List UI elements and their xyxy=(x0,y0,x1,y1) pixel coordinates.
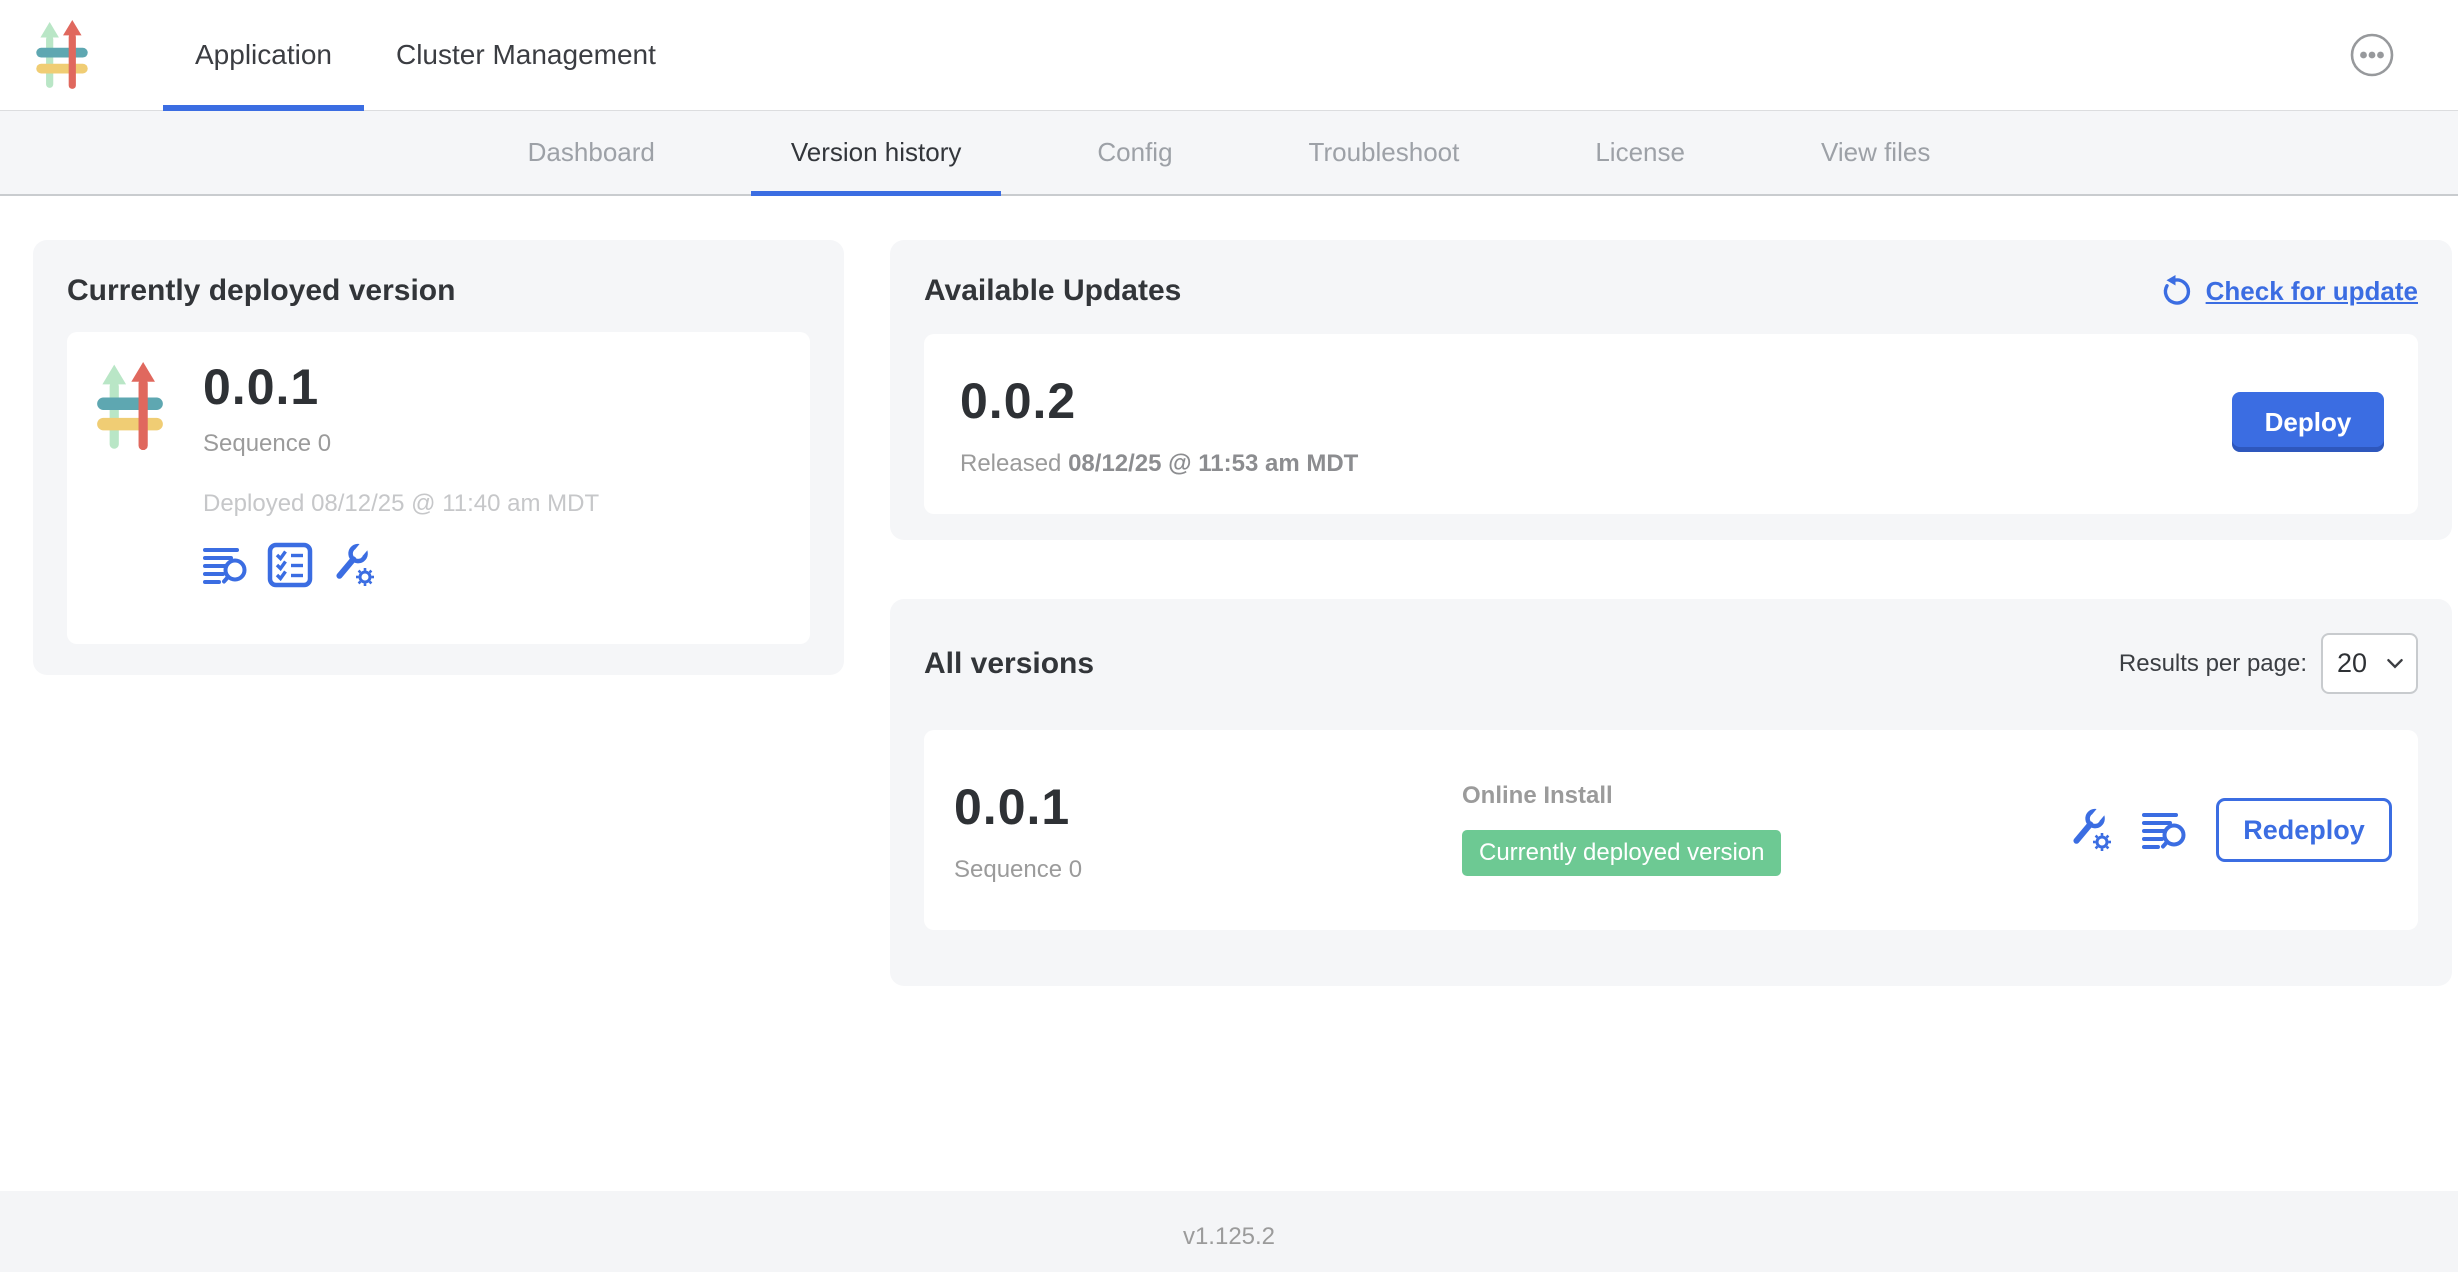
subtab-version-history-label: Version history xyxy=(791,137,962,168)
subtab-view-files[interactable]: View files xyxy=(1781,111,1970,194)
row-version-number: 0.0.1 xyxy=(954,778,1082,836)
update-released-line: Released 08/12/25 @ 11:53 am MDT xyxy=(960,450,1358,478)
header-tabs: Application Cluster Management xyxy=(163,0,688,110)
released-timestamp: 08/12/25 @ 11:53 am MDT xyxy=(1068,450,1358,477)
deployed-version-card: 0.0.1 Sequence 0 Deployed 08/12/25 @ 11:… xyxy=(67,332,810,644)
install-type-label: Online Install xyxy=(1462,782,1781,810)
check-for-update-label: Check for update xyxy=(2206,276,2418,307)
config-icon[interactable] xyxy=(2068,807,2114,853)
subtab-troubleshoot[interactable]: Troubleshoot xyxy=(1269,111,1500,194)
subtab-troubleshoot-label: Troubleshoot xyxy=(1309,137,1460,168)
tab-application[interactable]: Application xyxy=(163,0,364,110)
app-logo-arrows-icon xyxy=(36,20,88,92)
subtab-dashboard[interactable]: Dashboard xyxy=(488,111,695,194)
results-per-page-select[interactable]: 20 xyxy=(2321,633,2418,694)
tab-application-label: Application xyxy=(195,39,332,71)
deployed-sequence: Sequence 0 xyxy=(203,430,599,458)
version-row-info: 0.0.1 Sequence 0 xyxy=(954,778,1082,884)
release-notes-icon[interactable] xyxy=(203,545,249,586)
check-for-update-link[interactable]: Check for update xyxy=(2160,274,2418,308)
chevron-down-icon xyxy=(2386,658,2404,669)
all-versions-panel: All versions Results per page: 20 0.0.1 … xyxy=(890,599,2452,986)
ellipsis-menu-icon xyxy=(2350,33,2394,77)
preflight-checks-icon[interactable] xyxy=(267,542,313,588)
available-updates-panel: Available Updates Check for update 0.0.2… xyxy=(890,240,2452,540)
app-footer: v1.125.2 xyxy=(0,1191,2458,1272)
redeploy-button[interactable]: Redeploy xyxy=(2216,798,2392,862)
available-updates-title: Available Updates xyxy=(924,274,1181,308)
row-sequence: Sequence 0 xyxy=(954,856,1082,884)
app-header: Application Cluster Management xyxy=(0,0,2458,111)
subtab-view-files-label: View files xyxy=(1821,137,1930,168)
version-row: 0.0.1 Sequence 0 Online Install Currentl… xyxy=(924,730,2418,930)
tab-cluster-management-label: Cluster Management xyxy=(396,39,656,71)
app-subnav: Dashboard Version history Config Trouble… xyxy=(0,111,2458,196)
release-notes-icon[interactable] xyxy=(2142,810,2188,851)
deployed-timestamp: Deployed 08/12/25 @ 11:40 am MDT xyxy=(203,490,599,518)
currently-deployed-panel: Currently deployed version 0.0.1 Sequenc… xyxy=(33,240,844,675)
deployed-version-number: 0.0.1 xyxy=(203,358,599,416)
results-per-page: Results per page: 20 xyxy=(2119,633,2418,694)
main-content: Currently deployed version 0.0.1 Sequenc… xyxy=(0,196,2458,1191)
version-row-status: Online Install Currently deployed versio… xyxy=(1462,782,1781,876)
results-per-page-label: Results per page: xyxy=(2119,650,2307,678)
released-prefix: Released xyxy=(960,450,1068,477)
results-per-page-value: 20 xyxy=(2337,648,2367,679)
available-update-card: 0.0.2 Released 08/12/25 @ 11:53 am MDT D… xyxy=(924,334,2418,514)
subtab-version-history[interactable]: Version history xyxy=(751,111,1002,194)
subtab-config-label: Config xyxy=(1097,137,1172,168)
overflow-menu-button[interactable] xyxy=(2350,33,2394,77)
subtab-license[interactable]: License xyxy=(1555,111,1725,194)
deployed-version-info: 0.0.1 Sequence 0 Deployed 08/12/25 @ 11:… xyxy=(203,358,599,618)
currently-deployed-badge: Currently deployed version xyxy=(1462,830,1781,876)
config-icon[interactable] xyxy=(331,542,377,588)
all-versions-title: All versions xyxy=(924,647,1094,681)
version-row-actions: Redeploy xyxy=(2068,730,2392,930)
subtab-config[interactable]: Config xyxy=(1057,111,1212,194)
subtab-license-label: License xyxy=(1595,137,1685,168)
deployed-action-icons xyxy=(203,542,599,588)
refresh-icon[interactable] xyxy=(2160,274,2194,308)
subtab-dashboard-label: Dashboard xyxy=(528,137,655,168)
deploy-button[interactable]: Deploy xyxy=(2232,392,2384,452)
currently-deployed-title: Currently deployed version xyxy=(67,274,810,308)
tab-cluster-management[interactable]: Cluster Management xyxy=(364,0,688,110)
update-version-number: 0.0.2 xyxy=(960,372,1076,430)
app-logo-arrows-icon xyxy=(97,362,163,454)
console-version: v1.125.2 xyxy=(1183,1223,1275,1272)
